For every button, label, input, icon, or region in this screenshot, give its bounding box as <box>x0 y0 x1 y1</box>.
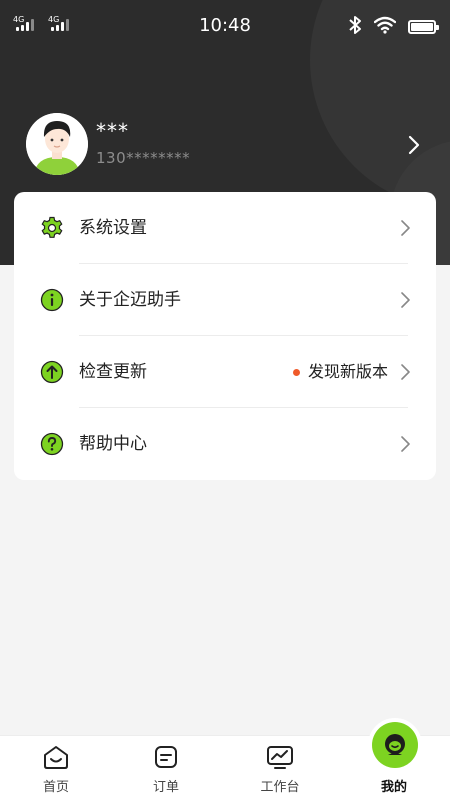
avatar[interactable] <box>26 113 88 175</box>
settings-gear-icon <box>40 216 64 240</box>
status-bar: 4G 4G 10:48 <box>0 0 450 52</box>
bluetooth-icon <box>348 15 362 39</box>
info-icon <box>40 288 64 312</box>
chevron-right-icon <box>401 436 410 456</box>
home-icon <box>0 744 112 770</box>
red-dot-icon <box>292 368 300 376</box>
tab-orders[interactable]: 订单 <box>110 736 222 800</box>
profile-summary[interactable]: *** 130******** <box>26 113 426 175</box>
tab-label: 订单 <box>152 780 179 795</box>
tab-label: 我的 <box>380 780 407 795</box>
menu-item-help-center[interactable]: 帮助中心 <box>14 408 436 480</box>
battery-icon <box>408 20 439 34</box>
tab-label: 首页 <box>42 780 69 795</box>
new-version-badge: 发现新版本 <box>292 336 388 408</box>
menu-item-label: 系统设置 <box>79 218 147 238</box>
chevron-right-icon <box>401 220 410 240</box>
menu-item-label: 帮助中心 <box>79 434 147 454</box>
workbench-icon <box>224 744 336 770</box>
chevron-right-icon <box>401 292 410 312</box>
wifi-icon <box>373 16 397 38</box>
order-icon <box>110 744 222 770</box>
menu-item-system-settings[interactable]: 系统设置 <box>14 192 436 264</box>
tab-home[interactable]: 首页 <box>0 736 112 800</box>
chevron-right-icon <box>401 364 410 384</box>
settings-menu-card: 系统设置 关于企迈助手 检查更新 发现新版本 帮助中心 <box>14 192 436 480</box>
user-phone: 130******** <box>96 149 191 167</box>
tab-label: 工作台 <box>260 780 300 795</box>
menu-item-check-update[interactable]: 检查更新 发现新版本 <box>14 336 436 408</box>
mine-icon[interactable] <box>372 722 418 768</box>
help-question-icon <box>40 432 64 456</box>
tab-workbench[interactable]: 工作台 <box>224 736 336 800</box>
menu-item-label: 关于企迈助手 <box>79 290 181 310</box>
new-version-text: 发现新版本 <box>307 362 388 381</box>
upload-arrow-icon <box>40 360 64 384</box>
menu-item-about[interactable]: 关于企迈助手 <box>14 264 436 336</box>
menu-item-label: 检查更新 <box>79 362 147 382</box>
user-name: *** <box>96 119 129 143</box>
chevron-right-icon[interactable] <box>408 135 420 159</box>
